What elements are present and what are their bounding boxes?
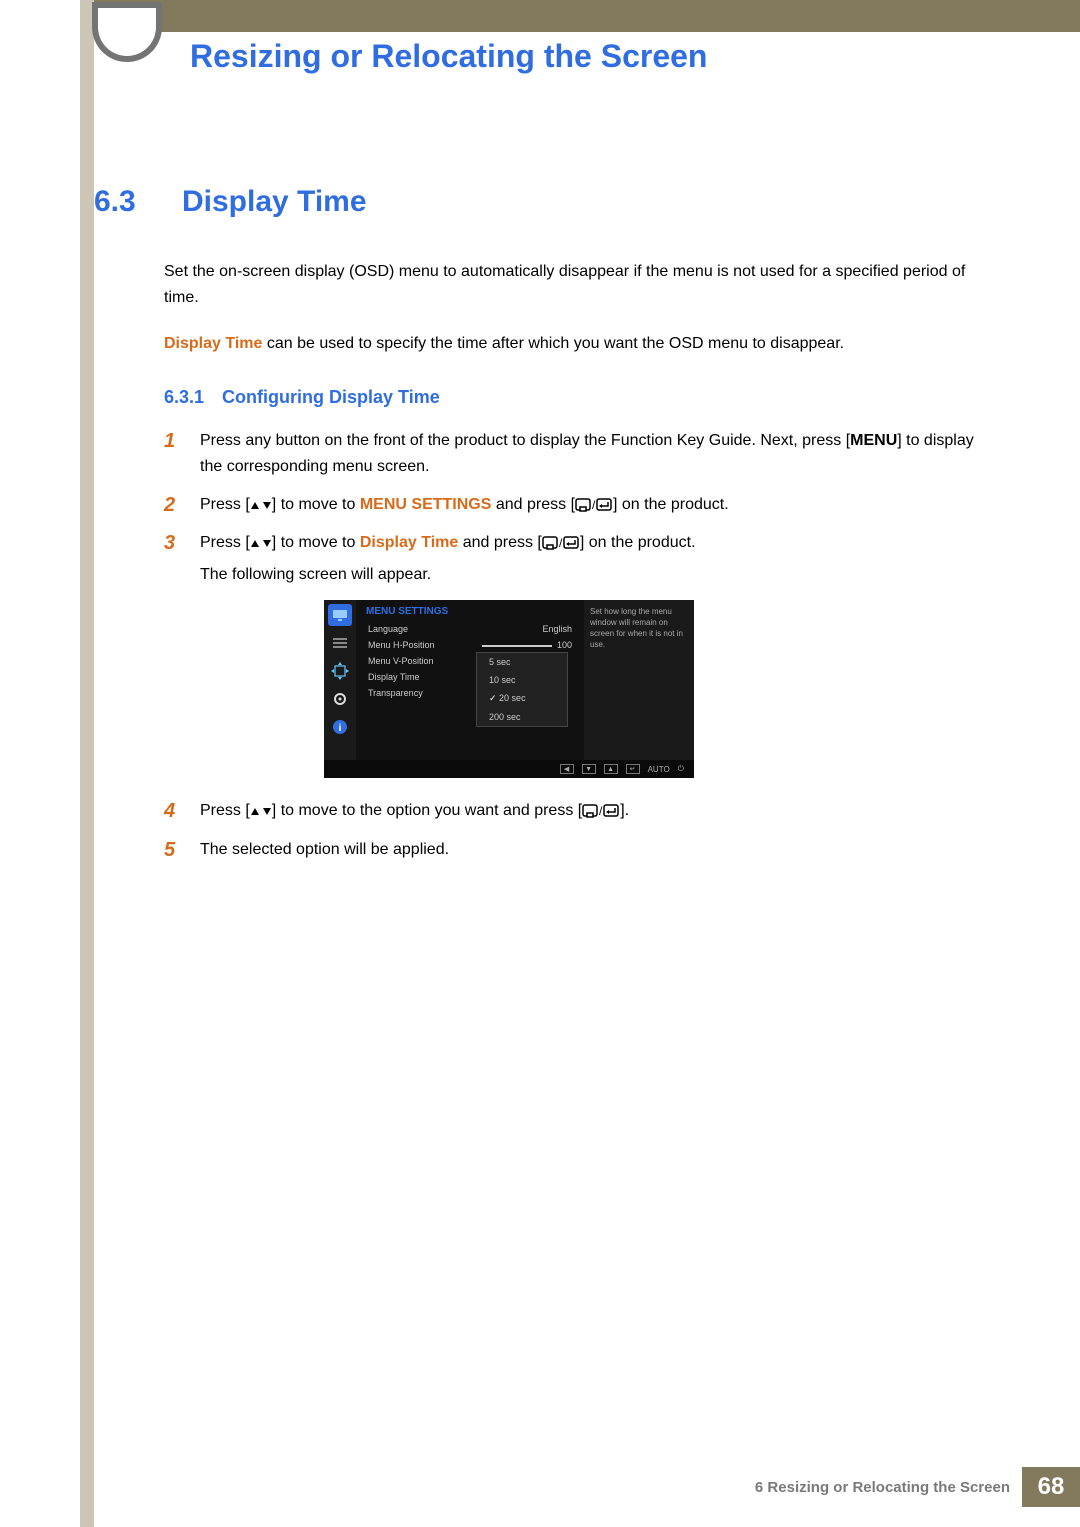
subsection-header: 6.3.1 Configuring Display Time	[164, 387, 999, 408]
footer-text: 6 Resizing or Relocating the Screen	[755, 1479, 1010, 1496]
intro-paragraph-1: Set the on-screen display (OSD) menu to …	[164, 259, 999, 311]
osd-screenshot: i MENU SETTINGS Language English Menu H-P…	[324, 600, 999, 778]
intro-paragraph-2: Display Time can be used to specify the …	[164, 331, 999, 357]
page-footer: 6 Resizing or Relocating the Screen 68	[755, 1467, 1080, 1507]
step-body: Press [ ] to move to the option you want …	[200, 798, 999, 824]
step-body: The selected option will be applied.	[200, 837, 999, 863]
osd-sidebar: i	[324, 600, 356, 760]
step-number: 2	[164, 492, 180, 518]
step3-follow: The following screen will appear.	[200, 562, 999, 588]
info-icon: i	[328, 716, 352, 738]
hpos-val: 100	[557, 640, 572, 650]
osd-row-hpos: Menu H-Position 100	[356, 637, 584, 653]
t: Press [	[200, 496, 250, 513]
t: and press [	[458, 534, 542, 551]
t: ] to move to	[272, 534, 360, 551]
l: Menu H-Position	[368, 640, 435, 650]
page-root: Resizing or Relocating the Screen 6.3 Di…	[0, 0, 1080, 1527]
up-down-icon	[250, 492, 272, 518]
step-1: 1 Press any button on the front of the p…	[164, 428, 999, 480]
v: 100	[482, 640, 572, 650]
osd-option: 10 sec	[477, 671, 567, 689]
step-number: 4	[164, 798, 180, 824]
top-band	[80, 0, 1080, 32]
section-number: 6.3	[94, 185, 154, 219]
menu-settings-bold: MENU SETTINGS	[360, 496, 492, 513]
t: ].	[620, 803, 629, 820]
svg-text:/: /	[592, 498, 596, 512]
t: ] to move to the option you want and pre…	[272, 803, 582, 820]
t: Press [	[200, 803, 250, 820]
position-icon	[328, 660, 352, 682]
osd-popup: 5 sec 10 sec 20 sec 200 sec	[476, 652, 568, 727]
step-5: 5 The selected option will be applied.	[164, 837, 999, 863]
down-icon: ▼	[582, 764, 596, 774]
select-enter-icon: /	[542, 530, 580, 556]
osd-row-language: Language English	[356, 621, 584, 637]
monitor-icon	[328, 604, 352, 626]
svg-text:/: /	[559, 536, 563, 550]
osd-option: 5 sec	[477, 653, 567, 671]
osd-title: MENU SETTINGS	[356, 600, 584, 621]
power-icon: ⏻	[678, 764, 684, 774]
gear-icon	[328, 688, 352, 710]
section-header: 6.3 Display Time	[94, 185, 999, 219]
section-title: Display Time	[182, 185, 367, 219]
t: and press [	[491, 496, 575, 513]
step-3: 3 Press [ ] to move to Display Time and p…	[164, 530, 999, 588]
l: Transparency	[368, 688, 423, 698]
l: Language	[368, 624, 408, 634]
enter-icon: ↵	[626, 764, 640, 774]
subsection-number: 6.3.1	[164, 387, 204, 408]
left-icon: ◀	[560, 764, 574, 774]
chapter-badge	[92, 2, 162, 62]
up-down-icon	[250, 530, 272, 556]
svg-text:i: i	[339, 723, 342, 734]
l: Display Time	[368, 672, 420, 682]
auto-label: AUTO	[648, 765, 670, 774]
step-number: 3	[164, 530, 180, 588]
step-4: 4 Press [ ] to move to the option you wan…	[164, 798, 999, 824]
step-body: Press [ ] to move to Display Time and pre…	[200, 530, 999, 588]
osd-option-selected: 20 sec	[477, 689, 567, 708]
display-time-bold: Display Time	[360, 534, 458, 551]
step-body: Press [ ] to move to MENU SETTINGS and pr…	[200, 492, 999, 518]
osd-panel: MENU SETTINGS Language English Menu H-Pos…	[356, 600, 584, 760]
display-time-bold: Display Time	[164, 335, 262, 352]
osd-option: 200 sec	[477, 708, 567, 726]
list-icon	[328, 632, 352, 654]
select-enter-icon: /	[582, 798, 620, 824]
up-icon: ▲	[604, 764, 618, 774]
v: English	[542, 624, 572, 634]
step-number: 5	[164, 837, 180, 863]
content-area: 6.3 Display Time Set the on-screen displ…	[94, 185, 999, 875]
up-down-icon	[250, 798, 272, 824]
side-band	[80, 0, 94, 1527]
menu-label: MENU	[850, 432, 897, 449]
select-enter-icon: /	[575, 492, 613, 518]
svg-text:/: /	[599, 804, 603, 818]
t: ] to move to	[272, 496, 360, 513]
osd-help-text: Set how long the menu window will remain…	[584, 600, 694, 760]
t: Press [	[200, 534, 250, 551]
subsection-title: Configuring Display Time	[222, 387, 440, 408]
t: ] on the product.	[613, 496, 729, 513]
step-body: Press any button on the front of the pro…	[200, 428, 999, 480]
step-2: 2 Press [ ] to move to MENU SETTINGS and …	[164, 492, 999, 518]
step1-part-a: Press any button on the front of the pro…	[200, 432, 850, 449]
l: Menu V-Position	[368, 656, 434, 666]
osd-bottom-bar: ◀ ▼ ▲ ↵ AUTO ⏻	[324, 760, 694, 778]
page-number: 68	[1022, 1467, 1080, 1507]
t: ] on the product.	[580, 534, 696, 551]
intro2-rest: can be used to specify the time after wh…	[262, 335, 844, 352]
chapter-title: Resizing or Relocating the Screen	[190, 38, 707, 75]
step-number: 1	[164, 428, 180, 480]
